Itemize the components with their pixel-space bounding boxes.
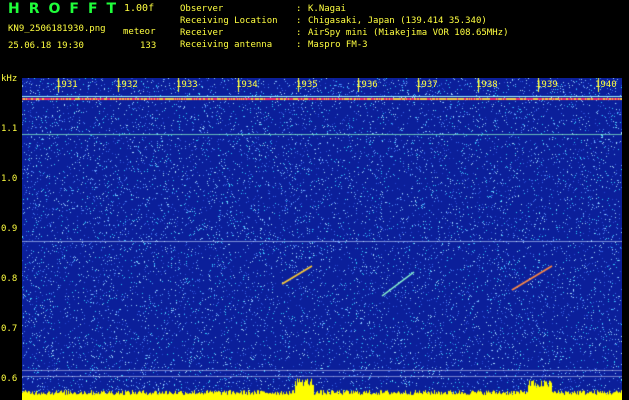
filename-label: KN9_2506181930.png — [8, 24, 106, 34]
y-tick-1-0: 1.0 — [1, 174, 18, 184]
app-logo: HROFFT — [8, 1, 126, 17]
x-tick-1935: 1935 — [296, 80, 318, 90]
info-observer: Observer: K.Nagai — [180, 4, 346, 14]
right-border — [622, 78, 629, 400]
station-info: Observer: K.Nagai Receiving Location: Chig… — [180, 3, 508, 51]
info-location: Receiving Location: Chigasaki, Japan (139… — [180, 16, 487, 26]
x-tick-1936: 1936 — [356, 80, 378, 90]
version-label: 1.00f — [124, 3, 155, 14]
y-tick-1-1: 1.1 — [1, 124, 18, 134]
y-tick-0-6: 0.6 — [1, 374, 18, 384]
x-tick-1934: 1934 — [236, 80, 258, 90]
y-axis-unit: kHz — [1, 74, 18, 84]
info-antenna: Receiving antenna: Maspro FM-3 — [180, 40, 368, 50]
x-tick-1940: 1940 — [595, 80, 617, 90]
y-tick-0-7: 0.7 — [1, 324, 18, 334]
spectrogram-canvas[interactable] — [22, 78, 622, 400]
x-tick-1939: 1939 — [536, 80, 558, 90]
info-receiver: Receiver: AirSpy mini (Miakejima VOR 108.… — [180, 28, 509, 38]
header-panel: HROFFT 1.00f KN9_2506181930.png meteor 2… — [0, 0, 629, 78]
x-tick-1932: 1932 — [116, 80, 138, 90]
y-tick-0-8: 0.8 — [1, 274, 18, 284]
count-label: 133 — [140, 41, 157, 51]
mode-label: meteor — [123, 27, 156, 37]
x-tick-1938: 1938 — [476, 80, 498, 90]
datetime-label: 25.06.18 19:30 — [8, 41, 84, 51]
x-tick-1933: 1933 — [176, 80, 198, 90]
x-tick-1937: 1937 — [416, 80, 438, 90]
y-tick-0-9: 0.9 — [1, 224, 18, 234]
x-tick-1931: 1931 — [56, 80, 78, 90]
